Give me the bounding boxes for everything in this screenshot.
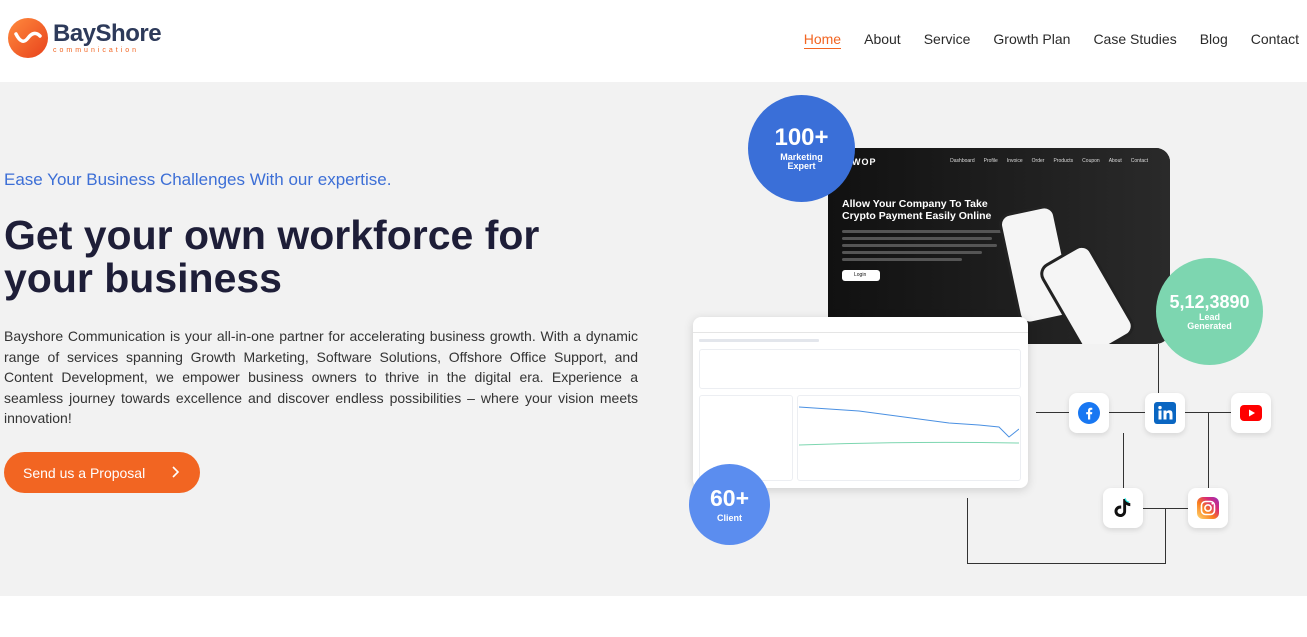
connector-line <box>1123 433 1124 488</box>
hero-headline: Get your own workforce for your business <box>4 212 540 301</box>
hero-description: Bayshore Communication is your all-in-on… <box>4 328 638 426</box>
mock-menu-item: Profile <box>983 158 998 164</box>
mock-site-login-button: Login <box>842 270 880 281</box>
stat-number: 5,12,3890 <box>1169 291 1250 312</box>
brand-name: BayShore <box>53 20 162 47</box>
mock-menu-item: Contact <box>1130 158 1148 164</box>
chevron-right-icon <box>172 466 180 478</box>
connector-line <box>967 498 968 564</box>
logo-mark-icon <box>8 18 48 58</box>
lead-generated-stat: 5,12,3890 Lead Generated <box>1156 258 1263 365</box>
connector-line <box>1165 508 1166 564</box>
mock-site-text-lines <box>842 230 1002 265</box>
stat-label: Marketing Expert <box>780 152 823 171</box>
tiktok-icon[interactable] <box>1103 488 1143 528</box>
brand-subtitle: communication <box>53 47 140 54</box>
connector-line <box>1036 412 1069 413</box>
mock-site-menu: Dashboard Profile Invoice Order Products… <box>950 158 1148 164</box>
stat-label: Client <box>716 512 742 523</box>
connector-line <box>1158 344 1159 393</box>
analytics-dashboard-screenshot <box>693 317 1028 488</box>
stat-label: Lead Generated <box>1187 311 1232 331</box>
nav-case-studies[interactable]: Case Studies <box>1093 31 1176 49</box>
mock-menu-item: Invoice <box>1006 158 1023 164</box>
mock-menu-item: About <box>1108 158 1122 164</box>
dashboard-row <box>699 339 819 342</box>
client-stat: 60+ Client <box>689 464 770 545</box>
mock-menu-item: Coupon <box>1082 158 1100 164</box>
mock-site-logo: WOP <box>852 157 877 167</box>
traffic-line-chart <box>799 406 1019 446</box>
youtube-icon[interactable] <box>1231 393 1271 433</box>
nav-home[interactable]: Home <box>803 31 842 49</box>
nav-about[interactable]: About <box>864 31 901 49</box>
linkedin-icon[interactable] <box>1145 393 1185 433</box>
nav-service[interactable]: Service <box>924 31 971 49</box>
mock-menu-item: Dashboard <box>950 158 975 164</box>
nav-growth-plan[interactable]: Growth Plan <box>993 31 1070 49</box>
connector-line <box>1208 413 1209 488</box>
nav-contact[interactable]: Contact <box>1251 31 1299 49</box>
facebook-icon[interactable] <box>1069 393 1109 433</box>
instagram-icon[interactable] <box>1188 488 1228 528</box>
dashboard-metrics-box <box>699 349 1021 389</box>
stat-number: 100+ <box>774 124 829 151</box>
hero-section: Ease Your Business Challenges With our e… <box>0 82 1307 596</box>
send-proposal-label: Send us a Proposal <box>23 464 146 481</box>
nav-blog[interactable]: Blog <box>1200 31 1228 49</box>
hero-tagline: Ease Your Business Challenges With our e… <box>4 170 392 189</box>
marketing-expert-stat: 100+ Marketing Expert <box>748 95 855 202</box>
site-header: BayShore communication Home About Servic… <box>0 0 1307 82</box>
send-proposal-button[interactable]: Send us a Proposal <box>4 452 200 493</box>
stat-number: 60+ <box>709 484 749 511</box>
mock-site-title: Allow Your Company To Take Crypto Paymen… <box>842 198 992 222</box>
mock-menu-item: Products <box>1053 158 1074 164</box>
connector-line <box>1109 412 1145 413</box>
mock-menu-item: Order <box>1031 158 1045 164</box>
brand-logo[interactable]: BayShore communication <box>8 18 162 58</box>
connector-line <box>967 563 1166 564</box>
main-nav: Home About Service Growth Plan Case Stud… <box>781 31 1299 49</box>
dashboard-toolbar <box>693 317 1028 333</box>
crypto-site-screenshot: WOP Dashboard Profile Invoice Order Prod… <box>828 148 1170 344</box>
